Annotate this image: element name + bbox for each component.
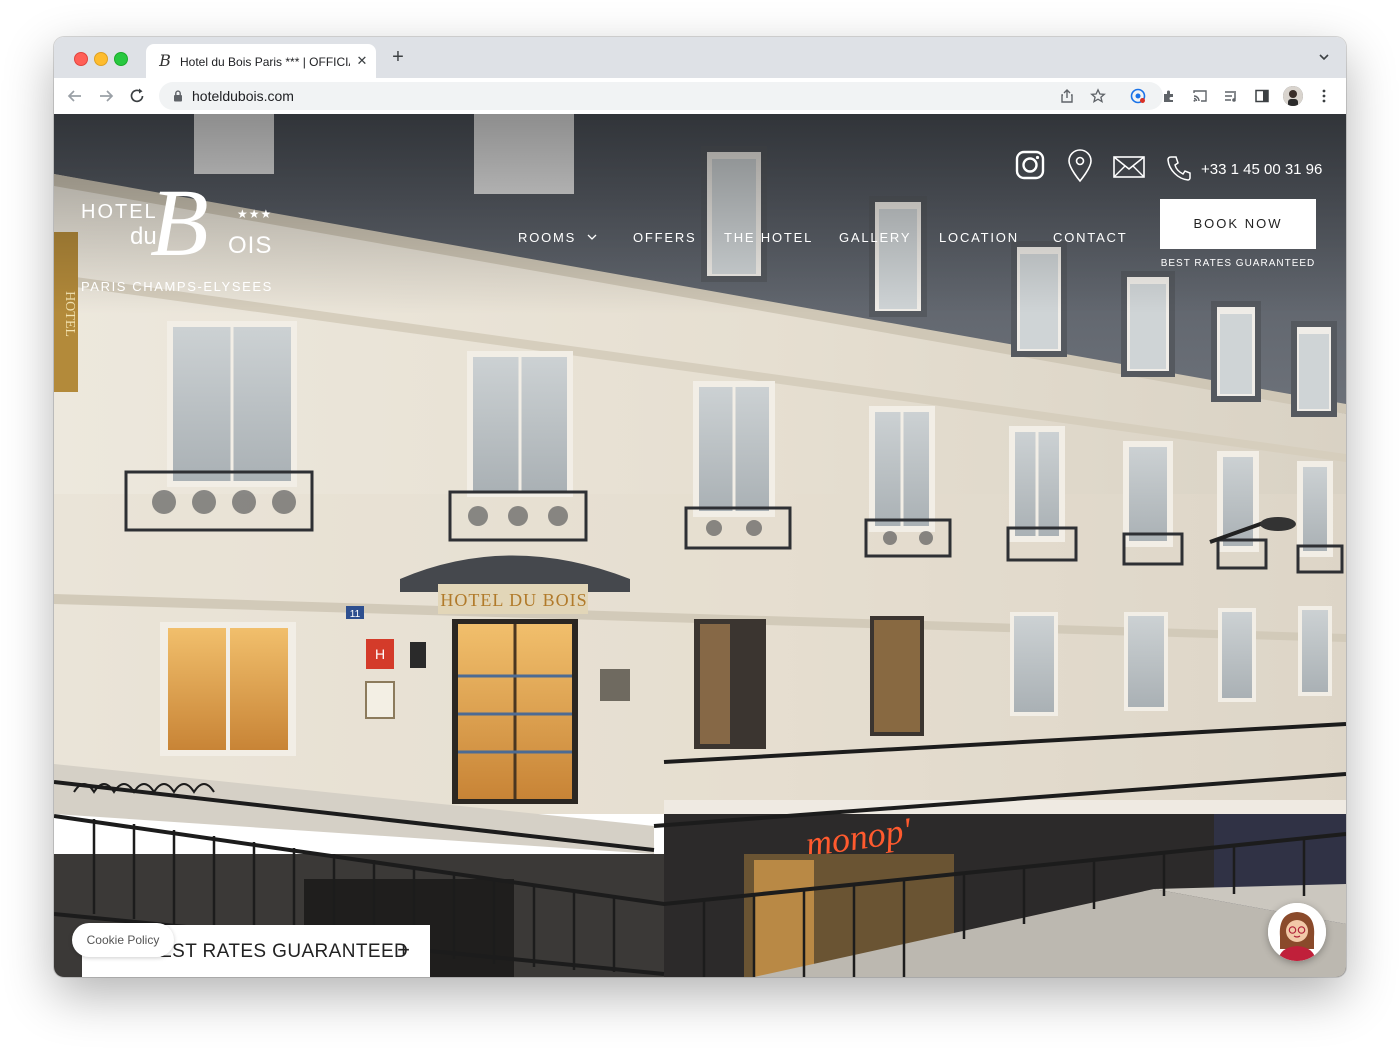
logo-ois-text: OIS xyxy=(228,232,273,259)
minimize-window-button[interactable] xyxy=(94,52,108,66)
nav-the-hotel[interactable]: THE HOTEL xyxy=(724,229,813,247)
nav-offers[interactable]: OFFERS xyxy=(633,229,697,247)
logo-subtitle: PARIS CHAMPS-ELYSEES xyxy=(81,279,273,294)
nav-gallery[interactable]: GALLERY xyxy=(839,229,911,247)
nav-rooms[interactable]: ROOMS xyxy=(518,229,598,247)
hotel-h-plaque: H xyxy=(375,646,385,662)
address-bar[interactable]: hoteldubois.com xyxy=(159,82,1163,110)
facade-hotel-sign: HOTEL DU BOIS xyxy=(440,590,587,610)
hotel-logo[interactable]: HOTEL du B OIS ★★★ PARIS CHAMPS-ELYSEES xyxy=(80,173,290,299)
tab-title: Hotel du Bois Paris *** | OFFICIAL SITE xyxy=(180,55,350,69)
nav-rooms-label: ROOMS xyxy=(518,230,577,245)
tab-close-icon[interactable]: ✕ xyxy=(354,53,370,69)
logo-hotel-text: HOTEL xyxy=(81,201,158,223)
web-page: HOTEL HOTEL DU BOIS xyxy=(54,114,1346,977)
browser-toolbar: hoteldubois.com xyxy=(54,78,1346,115)
new-tab-button[interactable]: + xyxy=(388,47,408,67)
url-text[interactable]: hoteldubois.com xyxy=(192,88,294,104)
nav-contact[interactable]: CONTACT xyxy=(1053,229,1127,247)
reload-icon[interactable] xyxy=(127,86,147,106)
browser-tab-active[interactable]: B Hotel du Bois Paris *** | OFFICIAL SIT… xyxy=(146,44,376,78)
more-icon[interactable] xyxy=(1316,88,1332,104)
profile-avatar[interactable] xyxy=(1283,86,1303,106)
tab-strip: B Hotel du Bois Paris *** | OFFICIAL SIT… xyxy=(54,37,1346,78)
extensions-icon[interactable] xyxy=(1161,88,1177,104)
back-icon[interactable] xyxy=(65,86,85,106)
star-icon[interactable] xyxy=(1090,88,1106,104)
browser-window: B Hotel du Bois Paris *** | OFFICIAL SIT… xyxy=(54,37,1346,977)
best-rates-label: BEST RATES GUARANTEED xyxy=(146,941,409,962)
extension-badge-icon[interactable] xyxy=(1130,88,1146,104)
share-icon[interactable] xyxy=(1059,88,1075,104)
phone-icon[interactable] xyxy=(1166,154,1192,182)
phone-number[interactable]: +33 1 45 00 31 96 xyxy=(1201,161,1322,179)
instagram-icon[interactable] xyxy=(1014,149,1046,181)
logo-stars: ★★★ xyxy=(237,207,273,221)
cookie-policy-button[interactable]: Cookie Policy xyxy=(72,923,174,957)
chevron-down-icon xyxy=(587,234,597,240)
forward-icon[interactable] xyxy=(96,86,116,106)
tab-search-chevron-icon[interactable] xyxy=(1316,49,1332,65)
best-rates-tagline: BEST RATES GUARANTEED xyxy=(1160,258,1316,269)
cast-icon[interactable] xyxy=(1192,88,1208,104)
location-pin-icon[interactable] xyxy=(1066,149,1094,183)
chat-avatar-icon xyxy=(1268,903,1326,961)
lock-icon[interactable] xyxy=(171,89,185,103)
maximize-window-button[interactable] xyxy=(114,52,128,66)
close-window-button[interactable] xyxy=(74,52,88,66)
expand-plus-icon[interactable]: + xyxy=(397,937,410,963)
chat-assistant-button[interactable] xyxy=(1268,903,1326,961)
book-now-button[interactable]: BOOK NOW xyxy=(1160,199,1316,249)
side-panel-icon[interactable] xyxy=(1254,88,1270,104)
reading-list-icon[interactable] xyxy=(1223,88,1239,104)
profile-avatar-icon xyxy=(1283,86,1303,106)
nav-location[interactable]: LOCATION xyxy=(939,229,1019,247)
mail-icon[interactable] xyxy=(1112,155,1146,179)
street-number: 11 xyxy=(350,609,361,620)
logo-b-monogram: B xyxy=(150,169,209,276)
favicon-icon: B xyxy=(159,51,171,70)
